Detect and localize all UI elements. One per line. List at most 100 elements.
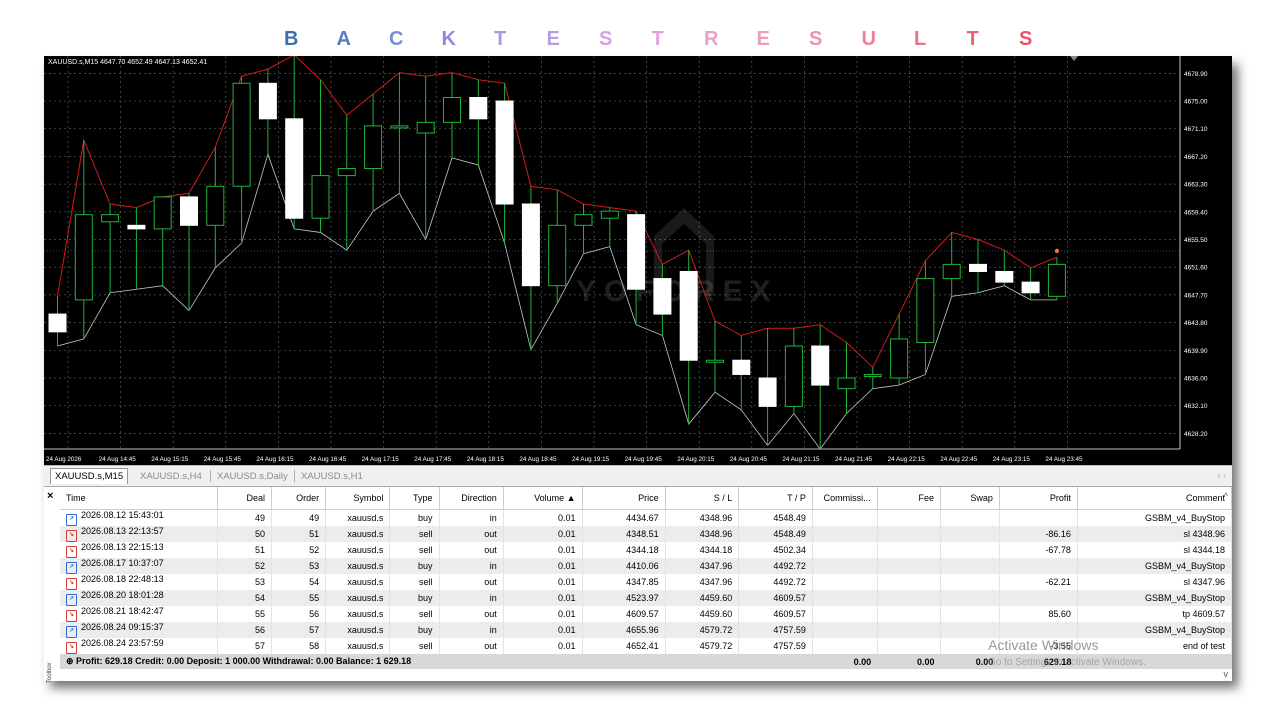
table-row[interactable]: ↘ 2026.08.13 22:15:13 51 52 xauusd.s sell out 0… [60,542,1233,558]
direction-cell: in [439,590,504,606]
column-header[interactable]: Profit [999,487,1078,510]
table-row[interactable]: ↘ 2026.08.18 22:48:13 53 54 xauusd.s sell out 0… [60,574,1233,590]
candle-body [521,203,540,287]
time-axis-label: 24 Aug 19:15 [572,456,610,463]
sl-cell: 4579.72 [665,638,740,654]
chart-tabs: XAUUSD.s,M15 XAUUSD.s,H4 XAUUSD.s,Daily … [44,465,1232,486]
price-axis-label: 4628.20 [1184,431,1208,438]
banner-letter: U [861,28,876,50]
tp-cell: 4492.72 [738,558,813,574]
table-row[interactable]: ↘ 2026.08.13 22:13:57 50 51 xauusd.s sell out 0… [60,526,1233,542]
price-chart[interactable]: 4678.90 4675.00 4671.10 4667.20 4663.30 4659.… [44,56,1232,465]
time-axis-label: 24 Aug 20:15 [677,456,715,463]
tab-scroll-arrows-icon[interactable]: ‹ › [1218,470,1227,480]
column-header[interactable]: S / L [665,487,740,510]
fee-cell [877,606,941,622]
candle-body [863,373,882,377]
tab-xauusd-h1[interactable]: XAUUSD.s,H1 [297,469,367,484]
trade-arrow-icon [1054,248,1060,254]
time-axis-label: 24 Aug 14:45 [99,456,137,463]
column-header[interactable]: Comment [1077,487,1233,510]
price-axis-label: 4655.50 [1184,237,1208,244]
price-axis-label: 4651.60 [1184,265,1208,272]
direction-cell: out [439,542,504,558]
column-header[interactable]: Fee [877,487,941,510]
volume-cell: 0.01 [503,526,583,542]
column-header[interactable]: T / P [738,487,813,510]
volume-cell: 0.01 [503,542,583,558]
price-cell: 4609.57 [582,606,666,622]
fee-cell [877,638,941,654]
column-header[interactable]: Commissi... [812,487,878,510]
fee-cell [877,542,941,558]
volume-cell: 0.01 [503,558,583,574]
backtest-results-banner: BACKTESTRESULTS [0,28,1280,58]
close-icon[interactable]: × [47,490,53,502]
summary-commission: 0.00 [812,654,878,670]
profit-cell [999,509,1078,526]
column-header[interactable]: Direction [439,487,504,510]
tab-xauusd-m15[interactable]: XAUUSD.s,M15 [50,468,129,484]
price-cell: 4347.85 [582,574,666,590]
time-axis-label: 24 Aug 21:45 [835,456,873,463]
column-header[interactable]: Symbol [325,487,391,510]
commission-cell [812,590,878,606]
tab-separator [210,470,211,482]
scroll-up-icon[interactable]: ^ [1224,491,1228,501]
swap-cell [940,622,1000,638]
price-axis-label: 4671.10 [1184,126,1208,133]
deal-cell: 49 [217,509,273,526]
deal-cell: 53 [217,574,273,590]
candle-body [469,97,488,120]
column-header[interactable]: Price [582,487,666,510]
candle-body [390,125,409,129]
commission-cell [812,509,878,526]
buy-deal-icon: ↗ [66,562,77,574]
table-row[interactable]: ↗ 2026.08.20 18:01:28 54 55 xauusd.s buy in 0.0… [60,590,1233,606]
candle-body [890,338,909,379]
table-row[interactable]: ↗ 2026.08.17 10:37:07 52 53 xauusd.s buy in 0.0… [60,558,1233,574]
table-row[interactable]: ↗ 2026.08.12 15:43:01 49 49 xauusd.s buy in 0.0… [60,509,1233,526]
candle-body [495,100,514,205]
candle-body [364,125,383,170]
buy-deal-icon: ↗ [66,514,77,526]
sell-deal-icon: ↘ [66,578,77,590]
fee-cell [877,509,941,526]
time-axis-label: 24 Aug 19:45 [625,456,663,463]
scroll-down-icon[interactable]: v [1224,669,1229,679]
tab-xauusd-h4[interactable]: XAUUSD.s,H4 [136,469,206,484]
column-header[interactable]: Type [389,487,440,510]
column-header[interactable]: Order [271,487,327,510]
banner-letter: R [704,28,719,50]
table-row[interactable]: ↘ 2026.08.21 18:42:47 55 56 xauusd.s sell out 0… [60,606,1233,622]
swap-cell [940,590,1000,606]
type-cell: buy [389,509,440,526]
banner-letter: T [966,28,979,50]
time-cell: ↗ 2026.08.17 10:37:07 [60,558,219,574]
volume-cell: 0.01 [503,638,583,654]
time-text: 2026.08.18 22:48:13 [81,574,164,584]
time-text: 2026.08.24 23:57:59 [81,638,164,648]
price-axis-label: 4675.00 [1184,99,1208,106]
column-header[interactable]: Volume ▲ [503,487,583,510]
price-axis-label: 4659.40 [1184,209,1208,216]
tab-xauusd-daily[interactable]: XAUUSD.s,Daily [213,469,292,484]
price-cell: 4344.18 [582,542,666,558]
price-axis-label: 4632.10 [1184,403,1208,410]
column-header[interactable]: Time [60,487,219,510]
table-row[interactable]: ↗ 2026.08.24 09:15:37 56 57 xauusd.s buy in 0.0… [60,622,1233,638]
candle-body [416,121,435,134]
tp-cell: 4609.57 [738,606,813,622]
order-cell: 58 [271,638,327,654]
price-cell: 4523.97 [582,590,666,606]
swap-cell [940,542,1000,558]
fee-cell [877,526,941,542]
swap-cell [940,509,1000,526]
time-text: 2026.08.13 22:15:13 [81,542,164,552]
column-header[interactable]: Swap [940,487,1000,510]
column-header[interactable]: Deal [217,487,273,510]
expand-summary-icon[interactable]: ⊕ [66,656,76,666]
price-axis-label: 4667.20 [1184,154,1208,161]
commission-cell [812,638,878,654]
banner-letter: T [494,28,507,50]
